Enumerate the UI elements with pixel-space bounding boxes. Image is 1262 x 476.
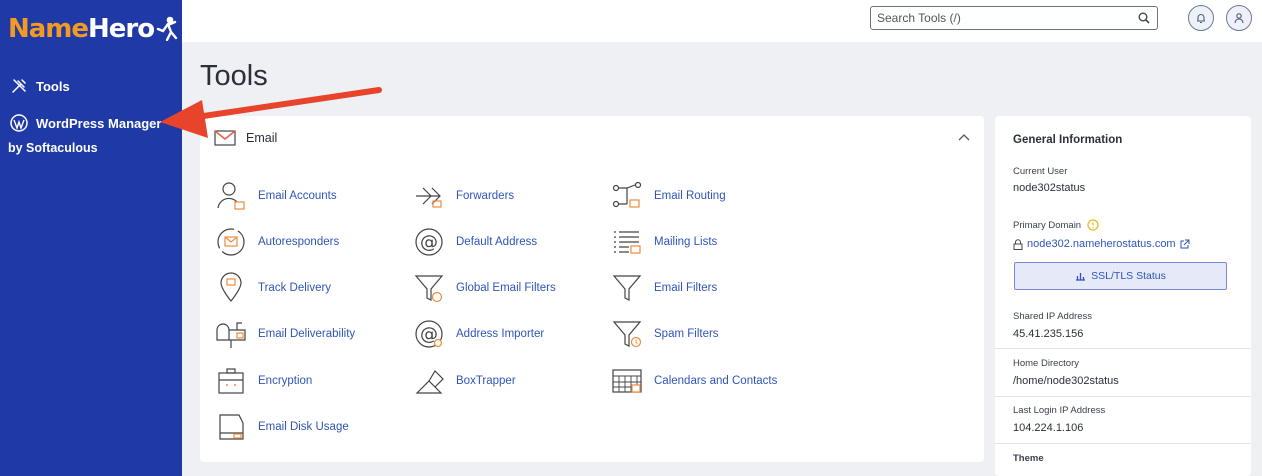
ssl-tls-status-label: SSL/TLS Status (1091, 270, 1166, 282)
sidebar-item-label: WordPress Manager (36, 115, 162, 131)
sidebar: NameHero Tools WordPress Manager by Soft… (0, 0, 182, 476)
tool-forwarders[interactable]: Forwarders (412, 179, 514, 213)
encryption-icon (214, 364, 248, 398)
general-information-panel: General Information Current User node302… (995, 116, 1251, 476)
sidebar-item-wordpress-manager[interactable]: WordPress Manager (10, 114, 161, 132)
sidebar-item-tools[interactable]: Tools (10, 77, 70, 95)
email-section-header[interactable]: Email (200, 116, 984, 160)
autoresponders-icon (214, 225, 248, 259)
email-routing-icon (610, 179, 644, 213)
primary-domain-label-row: Primary Domain (1013, 219, 1099, 231)
tool-calendars-and-contacts[interactable]: Calendars and Contacts (610, 364, 777, 398)
email-filters-icon (610, 271, 644, 305)
search-icon[interactable] (1134, 8, 1154, 28)
current-user-label: Current User (1013, 166, 1068, 177)
info-divider (995, 443, 1251, 444)
tool-label: Global Email Filters (456, 282, 556, 294)
tool-label: Email Disk Usage (258, 421, 349, 433)
page-title: Tools (200, 60, 268, 92)
chevron-up-icon[interactable] (958, 133, 970, 143)
tool-label: Calendars and Contacts (654, 375, 778, 387)
svg-text:@: @ (420, 232, 438, 253)
general-information-title: General Information (1013, 134, 1123, 146)
primary-domain-value: node302.nameherostatus.com (1027, 238, 1176, 250)
tool-label: Mailing Lists (654, 236, 718, 248)
tool-email-filters[interactable]: Email Filters (610, 271, 717, 305)
user-icon (1234, 13, 1244, 24)
bell-icon (1197, 14, 1205, 24)
tool-label: Spam Filters (654, 328, 719, 340)
boxtrapper-icon (412, 364, 446, 398)
tool-mailing-lists[interactable]: Mailing Lists (610, 225, 717, 259)
tool-label: Email Accounts (258, 190, 337, 202)
tool-label: Address Importer (456, 328, 545, 340)
tool-address-importer[interactable]: @ Address Importer (412, 317, 544, 351)
email-section-panel: Email Email Accounts Forwarders Email Ro… (200, 116, 984, 462)
info-warning-icon[interactable] (1087, 219, 1099, 231)
tool-boxtrapper[interactable]: BoxTrapper (412, 364, 516, 398)
tool-label: Encryption (258, 375, 313, 387)
global-filters-icon (412, 271, 446, 305)
disk-usage-icon (214, 410, 248, 444)
shared-ip-value: 45.41.235.156 (1013, 328, 1084, 340)
tool-default-address[interactable]: @ Default Address (412, 225, 537, 259)
deliverability-icon (214, 317, 248, 351)
tool-label: Autoresponders (258, 236, 340, 248)
tool-label: Email Deliverability (258, 328, 356, 340)
tool-global-email-filters[interactable]: Global Email Filters (412, 271, 556, 305)
tool-email-disk-usage[interactable]: Email Disk Usage (214, 410, 349, 444)
shared-ip-label: Shared IP Address (1013, 311, 1093, 322)
sidebar-item-sublabel: by Softaculous (8, 141, 98, 155)
top-bar (182, 0, 1262, 42)
tool-label: Track Delivery (258, 282, 332, 294)
info-divider (995, 396, 1251, 397)
last-login-ip-label: Last Login IP Address (1013, 405, 1106, 416)
home-directory-value: /home/node302status (1013, 375, 1119, 387)
tool-encryption[interactable]: Encryption (214, 364, 312, 398)
tool-email-deliverability[interactable]: Email Deliverability (214, 317, 355, 351)
tool-email-accounts[interactable]: Email Accounts (214, 179, 337, 213)
bar-chart-icon (1076, 273, 1086, 281)
tool-track-delivery[interactable]: Track Delivery (214, 271, 331, 305)
tool-spam-filters[interactable]: Spam Filters (610, 317, 719, 351)
theme-label: Theme (1013, 453, 1044, 464)
lock-icon (1013, 238, 1023, 250)
tool-autoresponders[interactable]: Autoresponders (214, 225, 339, 259)
last-login-ip-value: 104.224.1.106 (1013, 422, 1084, 434)
hero-figure-icon (156, 16, 178, 41)
ssl-tls-status-button[interactable]: SSL/TLS Status (1014, 262, 1227, 290)
tool-label: Email Routing (654, 190, 726, 202)
primary-domain-link[interactable]: node302.nameherostatus.com (1013, 238, 1190, 250)
tool-label: Email Filters (654, 282, 718, 294)
tool-label: BoxTrapper (456, 375, 516, 387)
tool-email-routing[interactable]: Email Routing (610, 179, 726, 213)
sidebar-item-label: Tools (36, 78, 70, 94)
external-link-icon (1180, 239, 1190, 249)
mailing-lists-icon (610, 225, 644, 259)
home-directory-label: Home Directory (1013, 358, 1079, 369)
primary-domain-label: Primary Domain (1013, 219, 1082, 231)
namehero-logo[interactable]: NameHero (8, 14, 178, 44)
forwarders-icon (412, 179, 446, 213)
tools-icon (12, 79, 26, 93)
logo-name-text: Name (8, 14, 89, 44)
search-input[interactable] (871, 7, 1134, 29)
tool-label: Forwarders (456, 190, 515, 202)
default-address-icon: @ (412, 225, 446, 259)
search-box[interactable] (870, 6, 1158, 30)
logo-hero-text: Hero (88, 14, 155, 44)
spam-filters-icon (610, 317, 644, 351)
current-user-value: node302status (1013, 182, 1086, 194)
wordpress-icon (10, 114, 28, 132)
address-importer-icon: @ (412, 317, 446, 351)
email-accounts-icon (214, 179, 248, 213)
track-delivery-icon (214, 271, 248, 305)
notifications-button[interactable] (1188, 5, 1214, 31)
section-title: Email (246, 131, 278, 145)
envelope-icon (214, 130, 236, 146)
info-divider (995, 348, 1251, 349)
tool-label: Default Address (456, 236, 538, 248)
calendars-icon (610, 364, 644, 398)
user-menu-button[interactable] (1226, 5, 1252, 31)
